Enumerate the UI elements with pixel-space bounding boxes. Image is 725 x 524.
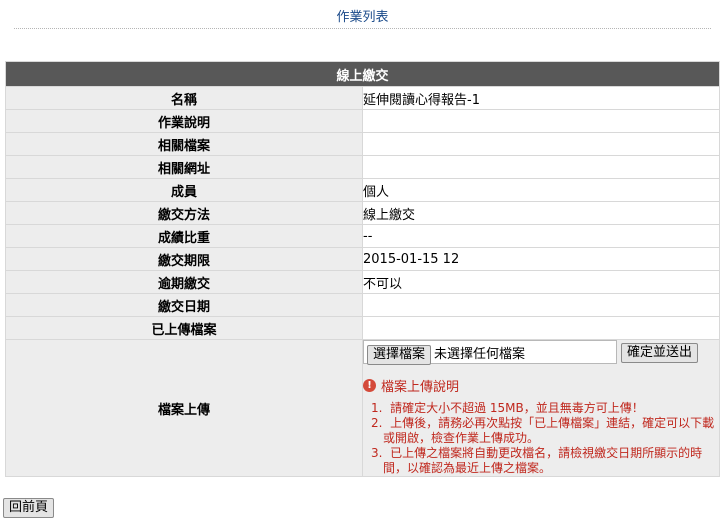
related-urls-value: [362, 155, 720, 179]
row-label-grade-weight: 成績比重: [5, 224, 363, 248]
table-row: 已上傳檔案: [5, 316, 720, 340]
row-label-late-submission: 逾期繳交: [5, 270, 363, 294]
table-row: 相關網址: [5, 155, 720, 179]
table-row: 逾期繳交 不可以: [5, 270, 720, 294]
upload-note: 2. 上傳後，請務必再次點按「已上傳檔案」連結，確定可以下載或開啟，檢查作業上傳…: [371, 416, 715, 445]
upload-note: 3. 已上傳之檔案將自動更改檔名，請檢視繳交日期所顯示的時間，以確認為最近上傳之…: [371, 446, 703, 475]
table-row: 相關檔案: [5, 132, 720, 156]
row-label-deadline: 繳交期限: [5, 247, 363, 271]
table-row: 成員 個人: [5, 178, 720, 202]
deadline-value: 2015-01-15 12: [362, 247, 720, 271]
submit-date-value: [362, 293, 720, 317]
row-label-members: 成員: [5, 178, 363, 202]
choose-file-button[interactable]: 選擇檔案: [367, 345, 432, 365]
table-row: 繳交期限 2015-01-15 12: [5, 247, 720, 271]
panel-title: 線上繳交: [5, 61, 720, 87]
warning-circle-icon: !: [363, 379, 376, 392]
submission-table: 線上繳交 名稱 延伸閱讀心得報告-1 作業說明 相關檔案 相關網址 成員 個人 …: [5, 61, 720, 477]
upload-row: 檔案上傳 選擇檔案 未選擇任何檔案 確定並送出 ! 檔案上傳說明 1. 請確定大小不…: [5, 339, 720, 477]
upload-note-text: 請確定大小不超過 15MB，並且無毒方可上傳！: [390, 401, 644, 415]
upload-area: 選擇檔案 未選擇任何檔案 確定並送出 ! 檔案上傳說明 1. 請確定大小不超過 15…: [362, 339, 720, 477]
upload-note: 1. 請確定大小不超過 15MB，並且無毒方可上傳！: [371, 401, 644, 415]
late-submission-value: 不可以: [362, 270, 720, 294]
upload-notes-list: 1. 請確定大小不超過 15MB，並且無毒方可上傳！ 2. 上傳後，請務必再次點…: [363, 401, 719, 476]
upload-notes-title: 檔案上傳說明: [381, 380, 460, 395]
submit-method-value: 線上繳交: [362, 201, 720, 225]
uploaded-files-value: [362, 316, 720, 340]
row-label-related-files: 相關檔案: [5, 132, 363, 156]
related-files-value: [362, 132, 720, 156]
file-status: 未選擇任何檔案: [434, 347, 526, 362]
upload-notes-heading: ! 檔案上傳說明: [363, 376, 719, 395]
row-label-description: 作業說明: [5, 109, 363, 133]
table-row: 名稱 延伸閱讀心得報告-1: [5, 86, 720, 110]
table-row: 繳交日期: [5, 293, 720, 317]
file-input[interactable]: 選擇檔案 未選擇任何檔案: [363, 340, 617, 365]
upload-note-text: 上傳後，請務必再次點按「已上傳檔案」連結，確定可以下載或開啟，檢查作業上傳成功。: [383, 416, 715, 445]
grade-weight-value: --: [362, 224, 720, 248]
description-value: [362, 109, 720, 133]
row-label-submit-date: 繳交日期: [5, 293, 363, 317]
row-label-related-urls: 相關網址: [5, 155, 363, 179]
table-row: 作業說明: [5, 109, 720, 133]
back-button[interactable]: 回前頁: [3, 498, 55, 518]
members-value: 個人: [362, 178, 720, 202]
table-row: 成績比重 --: [5, 224, 720, 248]
row-label-submit-method: 繳交方法: [5, 201, 363, 225]
divider: [14, 28, 711, 29]
table-row: 繳交方法 線上繳交: [5, 201, 720, 225]
upload-note-text: 已上傳之檔案將自動更改檔名，請檢視繳交日期所顯示的時間，以確認為最近上傳之檔案。: [383, 446, 703, 475]
row-label-uploaded-files: 已上傳檔案: [5, 316, 363, 340]
row-label-name: 名稱: [5, 86, 363, 110]
submit-button[interactable]: 確定並送出: [621, 343, 699, 363]
row-label-file-upload: 檔案上傳: [5, 339, 363, 477]
assignment-list-link[interactable]: 作業列表: [0, 6, 725, 25]
assignment-name-value: 延伸閱讀心得報告-1: [362, 86, 720, 110]
